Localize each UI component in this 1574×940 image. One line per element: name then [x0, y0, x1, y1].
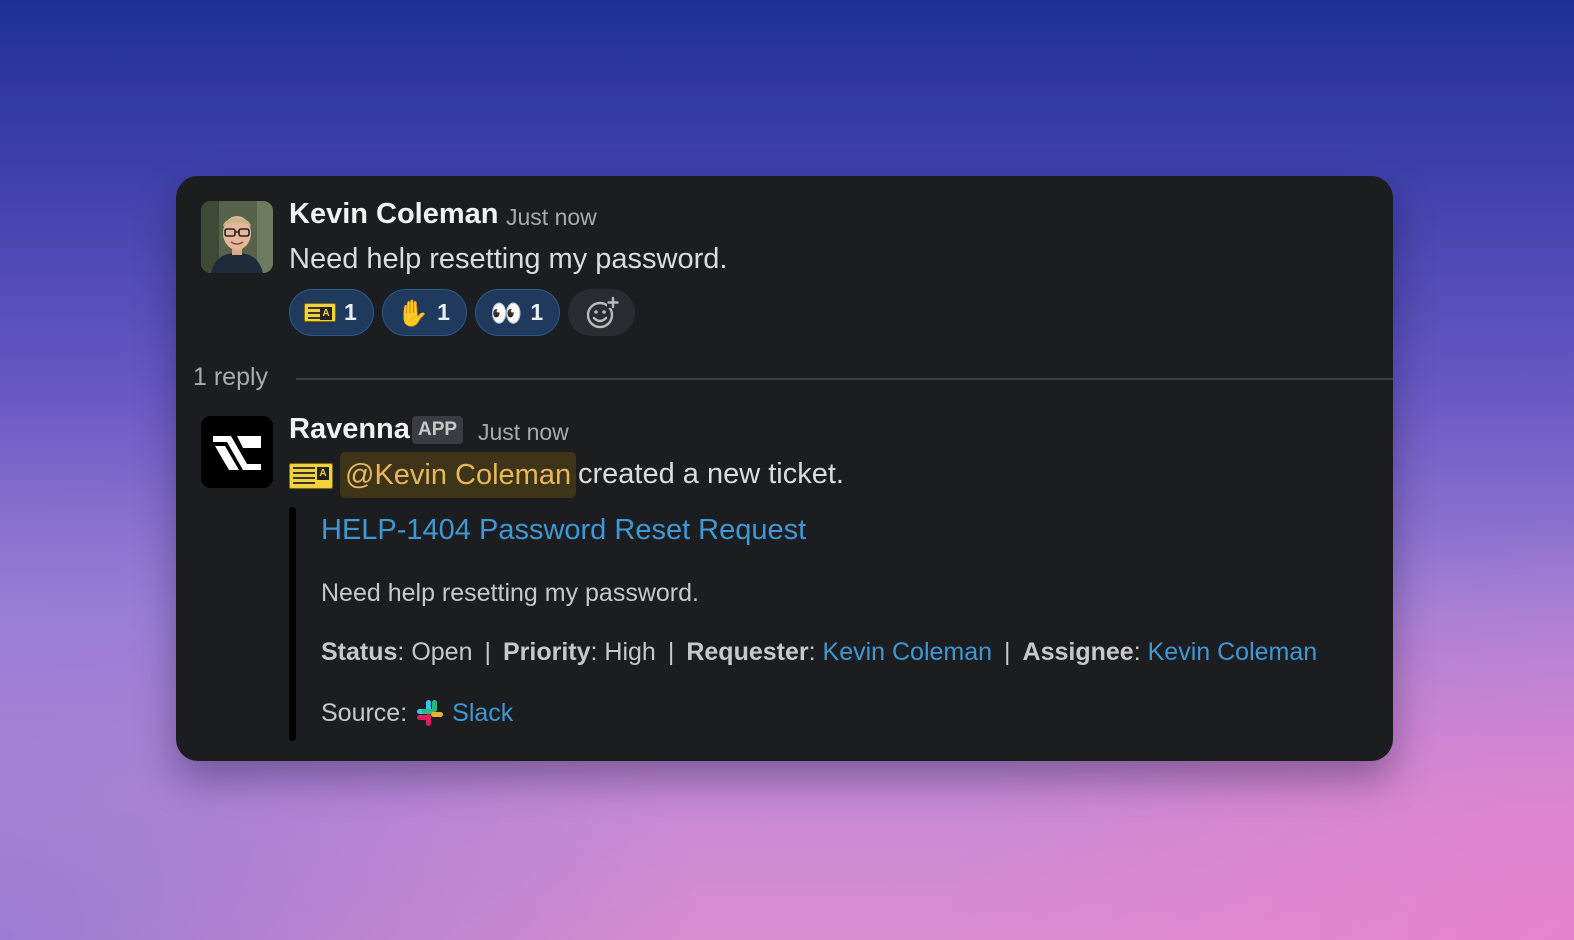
requester-label: Requester: [686, 638, 809, 666]
add-reaction-button[interactable]: [568, 289, 636, 336]
message-text: created a new ticket.: [578, 458, 844, 490]
status-value: Open: [411, 638, 473, 666]
reaction-raised-hand[interactable]: ✋ 1: [381, 289, 467, 336]
source-link[interactable]: Slack: [452, 699, 513, 728]
avatar-kevin-coleman[interactable]: [201, 201, 273, 273]
reaction-ticket[interactable]: 1: [289, 289, 374, 336]
eyes-emoji-icon: 👀: [489, 297, 523, 328]
app-badge: APP: [412, 416, 464, 444]
assignee-label: Assignee: [1022, 638, 1134, 666]
priority-label: Priority: [502, 638, 591, 666]
raised-hand-emoji-icon: ✋: [396, 297, 430, 328]
ticket-title-link[interactable]: HELP-1404 Password Reset Request: [321, 514, 806, 547]
message-card: Kevin Coleman Just now Need help resetti…: [176, 176, 1393, 761]
timestamp[interactable]: Just now: [478, 419, 569, 446]
slack-icon: [417, 700, 444, 726]
reaction-count: 1: [530, 299, 544, 325]
reactions-bar: 1 ✋ 1 👀 1: [289, 289, 636, 336]
reaction-count: 1: [344, 299, 357, 325]
message-text: Need help resetting my password.: [289, 243, 728, 275]
timestamp[interactable]: Just now: [506, 204, 597, 231]
ticket-emoji-icon: [304, 303, 336, 322]
user-mention[interactable]: @Kevin Coleman: [340, 452, 577, 498]
ticket-emoji-icon: [289, 463, 333, 489]
author-name[interactable]: Kevin Coleman: [289, 198, 499, 231]
reaction-eyes[interactable]: 👀 1: [474, 289, 561, 336]
ticket-fields: Status: Open | Priority: High | Requester: K…: [321, 638, 1318, 666]
ravenna-logo-icon: [201, 416, 273, 488]
priority-value: High: [604, 638, 656, 666]
add-emoji-icon: [586, 295, 619, 328]
status-label: Status: [321, 638, 398, 666]
attachment-bar: [289, 507, 296, 741]
source-label: Source:: [321, 698, 408, 727]
field-separator: |: [667, 638, 675, 666]
field-separator: |: [1004, 638, 1011, 666]
thread-divider: [296, 378, 1393, 380]
reaction-count: 1: [437, 299, 450, 325]
assignee-link[interactable]: Kevin Coleman: [1148, 638, 1318, 666]
field-separator: |: [484, 638, 491, 666]
ticket-source: Source: Slack: [321, 698, 513, 728]
requester-link[interactable]: Kevin Coleman: [823, 638, 993, 666]
ticket-description: Need help resetting my password.: [321, 579, 699, 607]
author-name[interactable]: Ravenna: [289, 413, 410, 446]
avatar-ravenna[interactable]: [201, 416, 273, 488]
reply-count[interactable]: 1 reply: [193, 363, 268, 392]
